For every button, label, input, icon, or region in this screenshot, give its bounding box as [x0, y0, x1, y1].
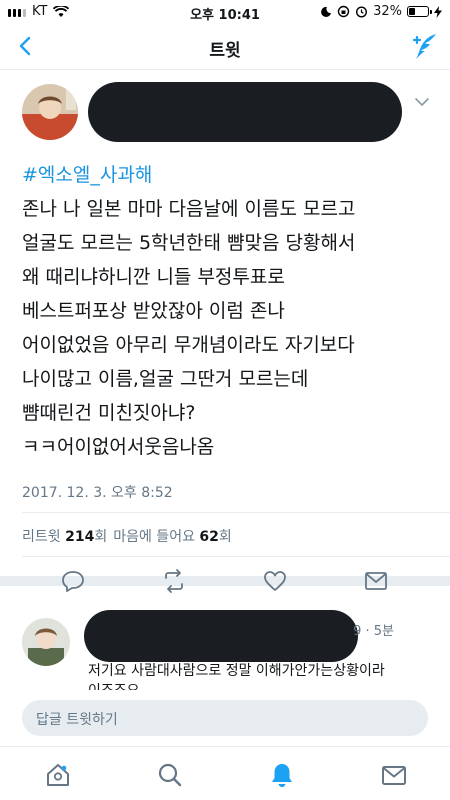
divider — [22, 556, 450, 557]
tweet-line: 나이많고 이름,얼굴 그딴거 모르는데 — [22, 368, 309, 390]
tweet-line: 베스트퍼포상 받았잖아 이럼 존나 — [22, 300, 285, 322]
status-bar: KT 오후 10:41 32% — [0, 0, 450, 24]
tweet-line: ㅋㅋ어이없어서웃음나옴 — [22, 436, 215, 458]
tweet-text: #엑소엘_사과해 존나 나 일본 마마 다음날에 이름도 모르고 얼굴도 모르는… — [22, 158, 438, 464]
hashtag-link[interactable]: #엑소엘_사과해 — [22, 158, 438, 192]
tweet-timestamp: 2017. 12. 3. 오후 8:52 — [22, 485, 173, 501]
tweet-line: 뺨때린건 미친짓아냐? — [22, 402, 196, 424]
tweet-line: 어이없었음 아무리 무개념이라도 자기보다 — [22, 334, 355, 356]
reply-input[interactable]: 답글 트윗하기 — [22, 700, 428, 736]
avatar[interactable] — [22, 84, 78, 140]
page-title: 트윗 — [209, 41, 241, 61]
tab-bar — [0, 746, 450, 800]
messages-icon[interactable] — [380, 761, 408, 789]
retweet-unit: 회 — [94, 529, 108, 545]
tweet-line: 얼굴도 모르는 5학년한태 뺨맞음 당황해서 — [22, 232, 356, 254]
retweet-label: 리트윗 — [22, 529, 61, 545]
retweet-count: 214 — [65, 529, 95, 545]
reply-avatar[interactable] — [22, 618, 70, 666]
redacted-reply-user-name — [84, 610, 358, 662]
redacted-user-name — [88, 82, 402, 142]
like-label: 마음에 들어요 — [113, 529, 195, 545]
notifications-icon[interactable] — [268, 761, 296, 789]
like-stat[interactable]: 마음에 들어요 62회 — [113, 526, 232, 546]
tweet-stats: 리트윗 214회 마음에 들어요 62회 — [22, 526, 232, 546]
moon-icon — [321, 6, 332, 17]
home-icon[interactable] — [44, 761, 72, 789]
retweet-stat[interactable]: 리트윗 214회 — [22, 526, 107, 546]
nav-bar: 트윗 — [0, 24, 450, 70]
direct-message-icon[interactable] — [363, 568, 389, 594]
rotation-lock-icon — [337, 5, 350, 18]
battery-fill — [409, 8, 416, 15]
like-unit: 회 — [218, 529, 232, 545]
tweet-line: 왜 때리냐하니깐 니들 부정투표로 — [22, 266, 285, 288]
search-icon[interactable] — [156, 761, 184, 789]
battery-icon — [407, 6, 432, 17]
compose-tweet-icon[interactable] — [408, 30, 440, 62]
chevron-down-icon[interactable] — [414, 96, 430, 108]
reply-timestamp: 9 · 5분 — [353, 624, 394, 639]
tweet-actions — [0, 568, 450, 600]
reply-text-line: 저기요 사람대사람으로 정말 이해가안가는상황이라 — [88, 663, 385, 679]
like-count: 62 — [199, 529, 219, 545]
charging-icon — [434, 5, 442, 18]
alarm-icon — [356, 6, 368, 18]
divider — [22, 512, 450, 513]
heart-icon[interactable] — [262, 568, 288, 594]
retweet-icon[interactable] — [161, 568, 187, 594]
reply-icon[interactable] — [60, 568, 86, 594]
tweet-line: 존나 나 일본 마마 다음날에 이름도 모르고 — [22, 198, 356, 220]
status-right: 32% — [320, 4, 442, 19]
battery-percent: 32% — [373, 4, 402, 19]
